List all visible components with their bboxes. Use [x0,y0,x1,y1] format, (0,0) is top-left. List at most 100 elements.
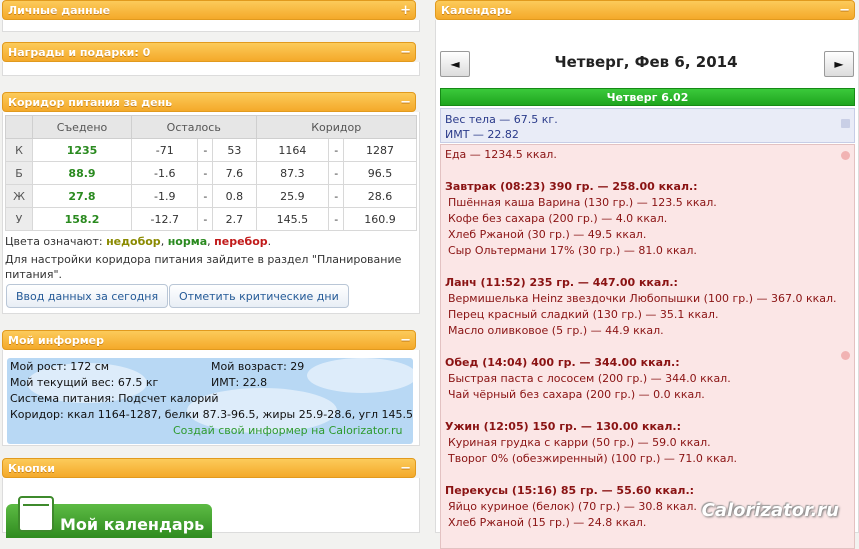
expand-icon[interactable]: + [400,1,411,21]
informer-age: Мой возраст: 29 [211,360,305,373]
eaten-value: 158.2 [32,207,132,231]
calendar-date: Четверг, Фев 6, 2014 [554,53,738,71]
food-item: Сыр Ольтермани 17% (30 гр.) — 81.0 ккал. [448,244,697,257]
arrow-left-icon: ◄ [450,57,460,71]
remaining-min: -71 [130,138,199,162]
buttons-header[interactable]: Кнопки − [2,458,416,478]
dash: - [328,207,345,231]
remaining-max: 0.8 [212,184,257,208]
dash: - [328,184,345,208]
corridor-settings-note: Для настройки коридора питания зайдите в… [5,253,402,281]
scale-icon [841,119,850,128]
mark-critical-days-button[interactable]: Отметить критические дни [169,284,349,308]
legend-prefix: Цвета означают: [5,235,107,248]
remaining-max: 53 [212,138,257,162]
legend-under: недобор [106,235,161,248]
site-watermark: Calorizator.ru [701,500,839,521]
remaining-max: 7.6 [212,161,257,185]
body-weight: Вес тела — 67.5 кг. [445,113,558,126]
dash: - [328,161,345,185]
meal-title: Завтрак (08:23) 390 гр. — 258.00 ккал.: [445,180,698,193]
food-item: Кофе без сахара (200 гр.) — 4.0 ккал. [448,212,668,225]
corridor-max: 96.5 [343,161,417,185]
header-cell: Осталось [131,115,257,139]
weight-summary: Вес тела — 67.5 кг. ИМТ — 22.82 [440,108,855,143]
eaten-value: 27.8 [32,184,132,208]
calendar-header[interactable]: Календарь − [435,0,855,20]
dash: - [197,207,214,231]
header-cell [5,115,33,139]
row-label: У [5,207,33,231]
corridor-title: Коридор питания за день [8,96,173,109]
cloud-decoration [307,358,413,393]
remaining-min: -12.7 [130,207,199,231]
collapse-icon[interactable]: − [400,459,411,479]
prev-day-button[interactable]: ◄ [440,51,470,77]
enter-today-data-button[interactable]: Ввод данных за сегодня [6,284,169,308]
awards-title: Награды и подарки: 0 [8,46,151,59]
corridor-max: 28.6 [343,184,417,208]
corridor-header[interactable]: Коридор питания за день − [2,92,416,112]
food-item: Перец красный сладкий (130 гр.) — 35.1 к… [448,308,719,321]
food-item: Пшённая каша Варина (130 гр.) — 123.5 кк… [448,196,717,209]
corridor-min: 145.5 [255,207,330,231]
header-cell: Съедено [32,115,132,139]
food-total: Еда — 1234.5 ккал. [445,148,557,161]
my-calendar-label: Мой календарь [60,515,205,534]
informer-height: Мой рост: 172 см [10,360,110,373]
day-header: Четверг 6.02 [440,88,855,106]
meal-title: Обед (14:04) 400 гр. — 344.00 ккал.: [445,356,680,369]
collapse-icon[interactable]: − [400,93,411,113]
informer-panel: Мой рост: 172 см Мой возраст: 29 Мой тек… [2,350,420,446]
personal-data-title: Личные данные [8,4,111,17]
row-label: Б [5,161,33,185]
corridor-min: 25.9 [255,184,330,208]
food-item: Куриная грудка с карри (50 гр.) — 59.0 к… [448,436,711,449]
collapse-icon[interactable]: − [839,1,850,21]
arrow-right-icon: ► [834,57,844,71]
buttons-title: Кнопки [8,462,55,475]
informer-title: Мой информер [8,334,105,347]
colors-legend: Цвета означают: недобор, норма, перебор. [5,235,419,248]
header-cell: Коридор [255,115,417,139]
informer-system: Система питания: Подсчет калорий [10,392,219,405]
table-row: К 1235 -71 - 53 1164 - 1287 [5,138,417,162]
collapse-icon[interactable]: − [400,331,411,351]
table-row: У 158.2 -12.7 - 2.7 145.5 - 160.9 [5,207,417,231]
corridor-table: Съедено Осталось Коридор К 1235 -71 - 53… [5,115,417,231]
dash: - [197,138,214,162]
dash: - [328,138,345,162]
table-row: Б 88.9 -1.6 - 7.6 87.3 - 96.5 [5,161,417,185]
eaten-value: 1235 [32,138,132,162]
informer-bmi: ИМТ: 22.8 [211,376,268,389]
corridor-table-header: Съедено Осталось Коридор [5,115,417,139]
remaining-max: 2.7 [212,207,257,231]
meal-title: Перекусы (15:16) 85 гр. — 55.60 ккал.: [445,484,695,497]
personal-data-header[interactable]: Личные данные + [2,0,416,20]
food-item: Чай чёрный без сахара (200 гр.) — 0.0 кк… [448,388,705,401]
legend-dot: . [267,235,272,248]
eaten-value: 88.9 [32,161,132,185]
calendar-title: Календарь [441,4,512,17]
collapse-icon[interactable]: − [400,43,411,63]
informer-widget[interactable]: Мой рост: 172 см Мой возраст: 29 Мой тек… [7,358,413,444]
awards-header[interactable]: Награды и подарки: 0 − [2,42,416,62]
informer-corridor: Коридор: ккал 1164-1287, белки 87.3-96.5… [10,408,413,421]
create-informer-link[interactable]: Создай свой информер на Calorizator.ru [173,424,402,437]
remaining-min: -1.9 [130,184,199,208]
corridor-min: 87.3 [255,161,330,185]
informer-weight: Мой текущий вес: 67.5 кг [10,376,159,389]
corridor-max: 160.9 [343,207,417,231]
row-label: К [5,138,33,162]
dash: - [197,161,214,185]
food-item: Масло оливковое (5 гр.) — 44.9 ккал. [448,324,664,337]
apple-icon [841,351,850,360]
meal-title: Ланч (11:52) 235 гр. — 447.00 ккал.: [445,276,678,289]
informer-header[interactable]: Мой информер − [2,330,416,350]
table-row: Ж 27.8 -1.9 - 0.8 25.9 - 28.6 [5,184,417,208]
food-item: Хлеб Ржаной (30 гр.) — 49.5 ккал. [448,228,647,241]
food-item: Вермишелька Heinz звездочки Любопышки (1… [448,292,837,305]
food-item: Быстрая паста с лососем (200 гр.) — 344.… [448,372,731,385]
next-day-button[interactable]: ► [824,51,854,77]
personal-data-panel [2,20,420,32]
